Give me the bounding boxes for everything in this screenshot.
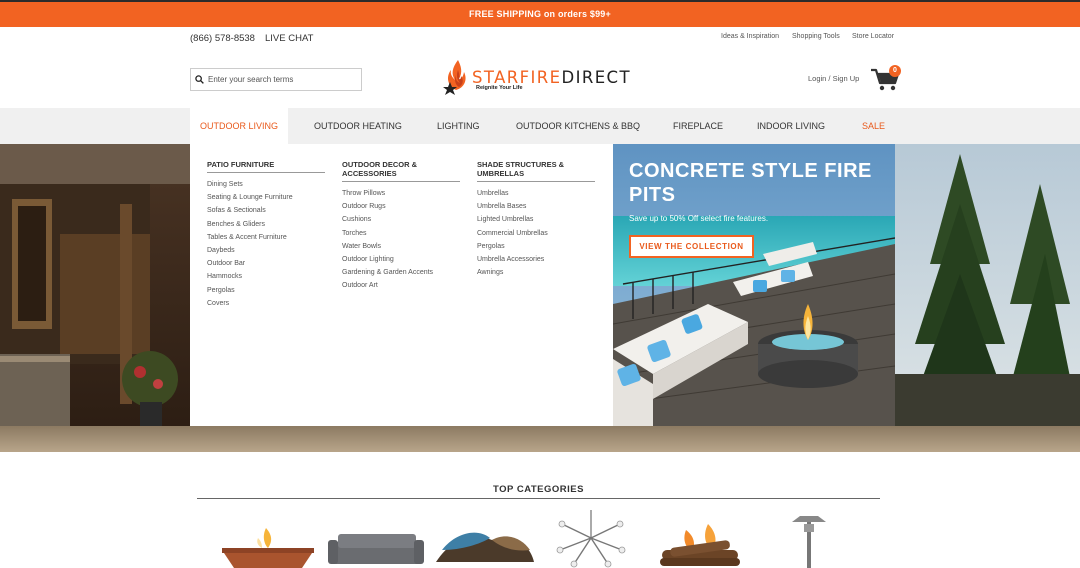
main-nav: OUTDOOR LIVING OUTDOOR HEATING LIGHTING … [0, 108, 1080, 144]
logo-tagline: Reignite Your Life [476, 85, 523, 91]
category-chandelier-image[interactable] [554, 510, 628, 568]
menu-link[interactable]: Outdoor Bar [207, 257, 325, 270]
menu-link[interactable]: Water Bowls [342, 240, 460, 253]
menu-link[interactable]: Pergolas [477, 240, 595, 253]
category-fire-bowl-image[interactable] [218, 510, 318, 568]
nav-sale[interactable]: SALE [862, 108, 885, 144]
menu-link[interactable]: Cushions [342, 213, 460, 226]
menu-heading-outdoor-decor[interactable]: OUTDOOR DECOR & ACCESSORIES [342, 160, 460, 182]
menu-link[interactable]: Lighted Umbrellas [477, 213, 595, 226]
promo-subtitle: Save up to 50% Off select fire features. [629, 214, 769, 223]
nav-indoor-living[interactable]: INDOOR LIVING [757, 108, 825, 144]
menu-link[interactable]: Gardening & Garden Accents [342, 266, 460, 279]
nav-outdoor-heating[interactable]: OUTDOOR HEATING [314, 108, 402, 144]
nav-fireplace[interactable]: FIREPLACE [673, 108, 723, 144]
menu-link[interactable]: Outdoor Art [342, 279, 460, 292]
menu-link[interactable]: Hammocks [207, 270, 325, 283]
free-shipping-banner[interactable]: FREE SHIPPING on orders $99+ [0, 0, 1080, 27]
menu-link[interactable]: Seating & Lounge Furniture [207, 191, 325, 204]
category-gas-logs-image[interactable] [656, 510, 744, 568]
flame-star-icon [443, 60, 466, 95]
store-locator-link[interactable]: Store Locator [852, 33, 894, 40]
search-icon[interactable] [195, 75, 204, 84]
menu-link[interactable]: Sofas & Sectionals [207, 204, 325, 217]
ideas-inspiration-link[interactable]: Ideas & Inspiration [721, 33, 779, 40]
nav-outdoor-living[interactable]: OUTDOOR LIVING [190, 108, 289, 144]
section-divider [197, 498, 880, 499]
search-input[interactable] [208, 75, 358, 84]
menu-link[interactable]: Pergolas [207, 284, 325, 297]
menu-column-outdoor-decor: OUTDOOR DECOR & ACCESSORIES Throw Pillows… [342, 160, 460, 293]
menu-link[interactable]: Torches [342, 227, 460, 240]
menu-link[interactable]: Dining Sets [207, 178, 325, 191]
menu-link[interactable]: Throw Pillows [342, 187, 460, 200]
menu-heading-patio-furniture[interactable]: PATIO FURNITURE [207, 160, 325, 173]
menu-link[interactable]: Outdoor Lighting [342, 253, 460, 266]
menu-link[interactable]: Commercial Umbrellas [477, 227, 595, 240]
mega-menu-outdoor-living: PATIO FURNITURE Dining Sets Seating & Lo… [190, 144, 613, 426]
menu-heading-shade-structures[interactable]: SHADE STRUCTURES & UMBRELLAS [477, 160, 595, 182]
category-fire-glass-image[interactable] [432, 510, 536, 568]
menu-link[interactable]: Tables & Accent Furniture [207, 231, 325, 244]
live-chat-link[interactable]: LIVE CHAT [265, 33, 313, 44]
menu-link[interactable]: Daybeds [207, 244, 325, 257]
cart-count-badge: 0 [889, 65, 901, 77]
menu-link[interactable]: Umbrella Accessories [477, 253, 595, 266]
nav-lighting[interactable]: LIGHTING [437, 108, 480, 144]
menu-link[interactable]: Umbrellas [477, 187, 595, 200]
starfire-direct-logo[interactable]: STARFIREDIRECT Reignite Your Life [442, 58, 652, 98]
fire-pits-promo[interactable]: CONCRETE STYLE FIRE PITS Save up to 50% … [613, 144, 895, 426]
menu-link[interactable]: Covers [207, 297, 325, 310]
menu-column-patio-furniture: PATIO FURNITURE Dining Sets Seating & Lo… [207, 160, 325, 310]
menu-link[interactable]: Outdoor Rugs [342, 200, 460, 213]
menu-link[interactable]: Awnings [477, 266, 595, 279]
promo-title: CONCRETE STYLE FIRE PITS [629, 160, 872, 206]
category-sofa-image[interactable] [328, 510, 424, 568]
category-patio-heater-image[interactable] [788, 510, 830, 568]
phone-number[interactable]: (866) 578-8538 [190, 33, 255, 44]
menu-link[interactable]: Benches & Gliders [207, 218, 325, 231]
login-signup-link[interactable]: Login / Sign Up [808, 74, 859, 83]
top-categories-heading: TOP CATEGORIES [493, 484, 584, 495]
search-box[interactable] [190, 68, 362, 91]
nav-outdoor-kitchens-bbq[interactable]: OUTDOOR KITCHENS & BBQ [516, 108, 640, 144]
menu-column-shade-structures: SHADE STRUCTURES & UMBRELLAS Umbrellas Um… [477, 160, 595, 279]
menu-link[interactable]: Umbrella Bases [477, 200, 595, 213]
shopping-tools-link[interactable]: Shopping Tools [792, 33, 840, 40]
view-collection-button[interactable]: VIEW THE COLLECTION [629, 235, 754, 258]
